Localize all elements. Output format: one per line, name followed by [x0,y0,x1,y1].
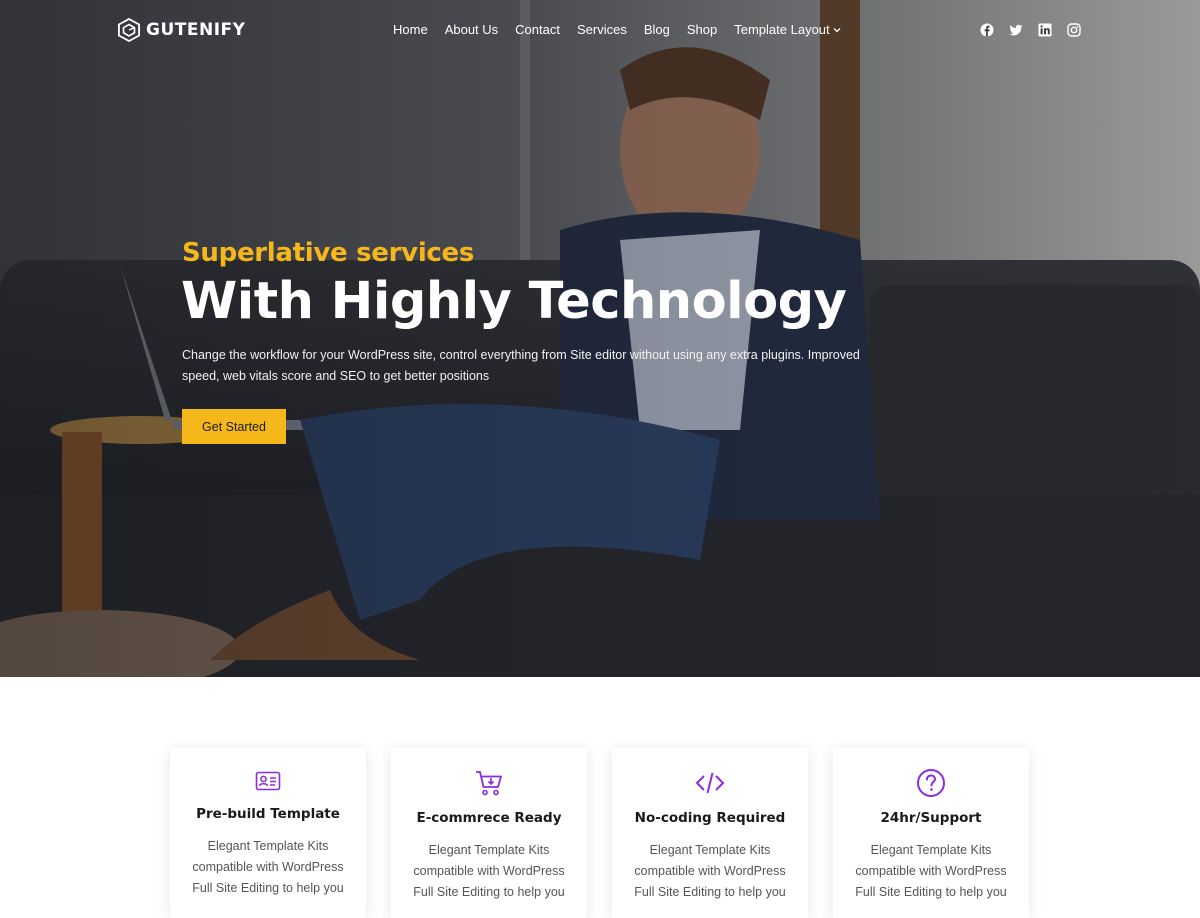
id-card-icon [255,771,281,791]
logo-icon [118,18,140,42]
site-header: GUTENIFY Home About Us Contact Services … [0,0,1200,62]
menu-item-home[interactable]: Home [393,22,428,37]
menu-item-contact[interactable]: Contact [515,22,560,37]
social-links [980,23,1081,37]
hero-section: GUTENIFY Home About Us Contact Services … [0,0,1200,677]
hero-overlay [0,0,1200,677]
features-section: Pre-build Template Elegant Template Kits… [170,748,1029,918]
hero-title: With Highly Technology [181,272,847,331]
menu-item-template-layout[interactable]: Template Layout [734,22,841,37]
feature-title: E-commrece Ready [416,810,562,826]
chevron-down-icon [833,27,841,32]
get-started-button[interactable]: Get Started [182,409,286,444]
code-icon [695,772,725,794]
feature-card: No-coding Required Elegant Template Kits… [612,748,808,918]
instagram-icon[interactable] [1067,23,1081,37]
feature-title: No-coding Required [634,810,786,826]
question-icon [917,769,945,797]
menu-item-blog[interactable]: Blog [644,22,670,37]
cart-icon [476,771,502,796]
feature-card: E-commrece Ready Elegant Template Kits c… [391,748,587,918]
feature-title: 24hr/Support [880,810,982,826]
twitter-icon[interactable] [1009,23,1023,37]
logo-text: GUTENIFY [146,20,246,40]
feature-text: Elegant Template Kits compatible with Wo… [634,843,786,899]
hero-description: Change the workflow for your WordPress s… [182,348,860,383]
feature-text: Elegant Template Kits compatible with Wo… [413,843,565,899]
site-logo[interactable]: GUTENIFY [118,18,245,42]
menu-item-shop[interactable]: Shop [687,22,717,37]
feature-text: Elegant Template Kits compatible with Wo… [855,843,1007,899]
hero-subtitle: Superlative services [182,238,475,268]
linkedin-icon[interactable] [1038,23,1052,37]
main-menu: Home About Us Contact Services Blog Shop… [393,22,858,37]
feature-title: Pre-build Template [196,806,340,822]
facebook-icon[interactable] [980,23,994,37]
menu-item-about-us[interactable]: About Us [445,22,498,37]
menu-item-template-layout-label: Template Layout [734,22,830,37]
menu-item-services[interactable]: Services [577,22,627,37]
feature-text: Elegant Template Kits compatible with Wo… [192,839,344,895]
feature-card: 24hr/Support Elegant Template Kits compa… [833,748,1029,918]
feature-card: Pre-build Template Elegant Template Kits… [170,748,366,918]
